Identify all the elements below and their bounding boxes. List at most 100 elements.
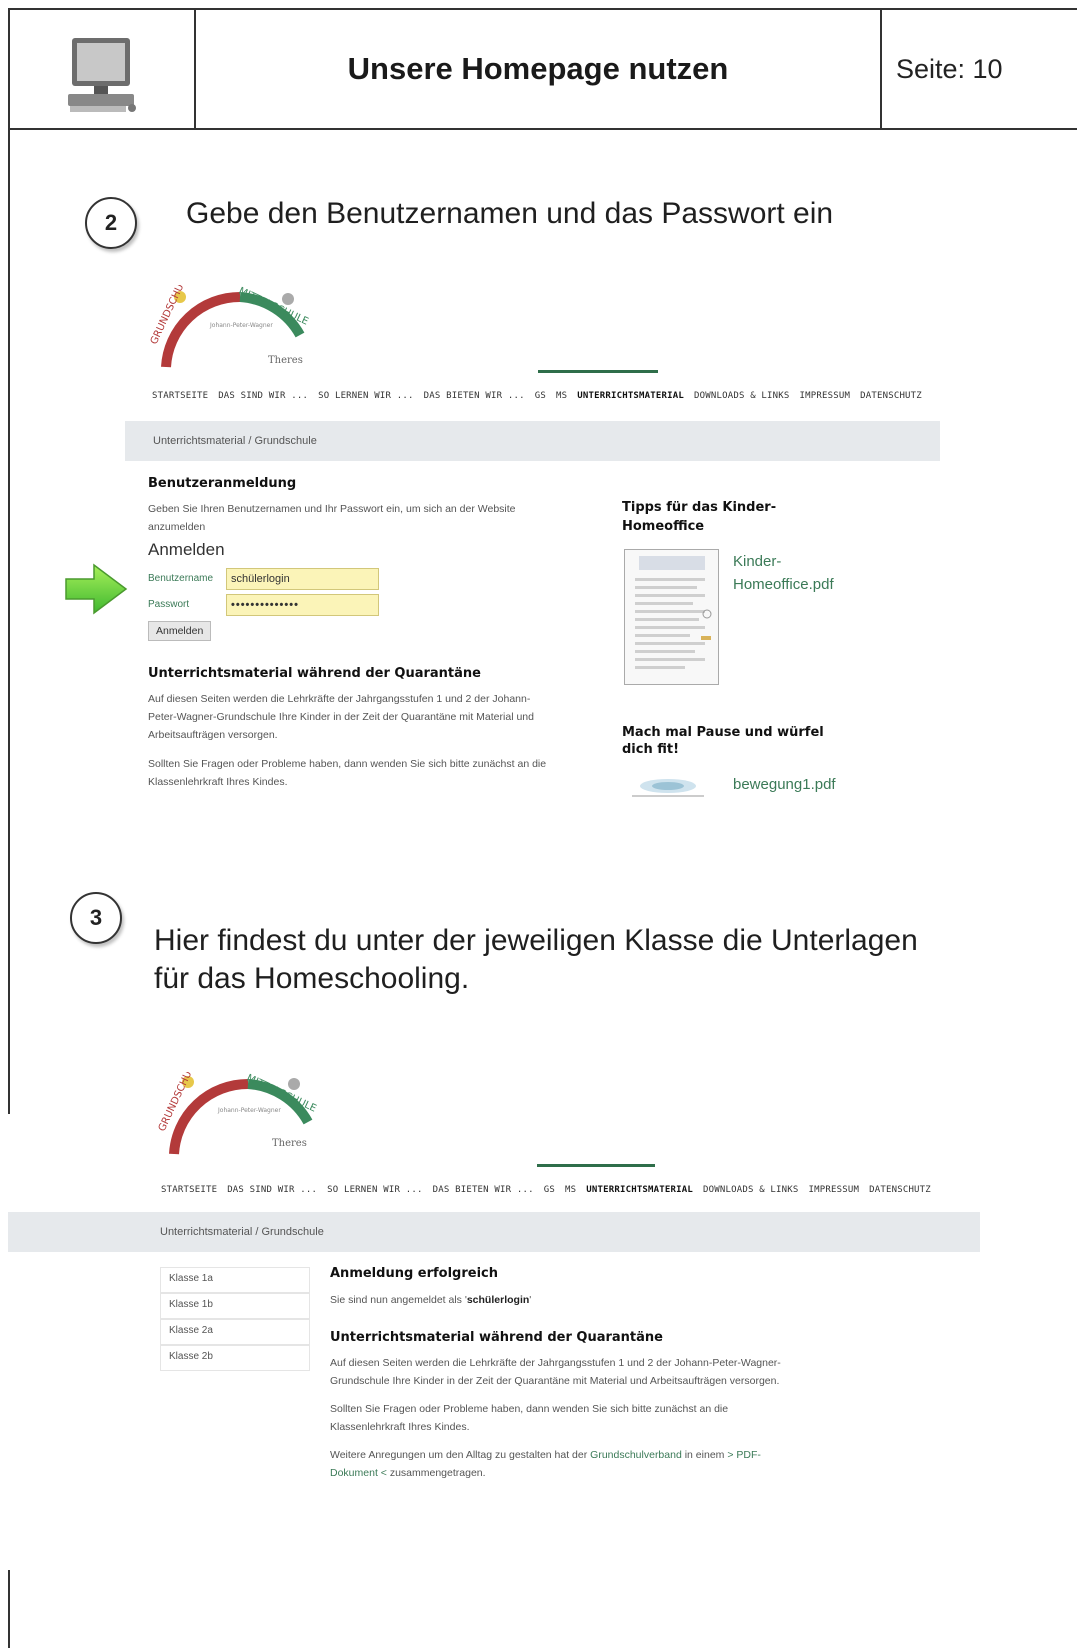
questions-line: Sollten Sie Fragen oder Probleme haben, … <box>330 1403 729 1415</box>
logo-center-text: Johann-Peter-Wagner <box>209 322 273 329</box>
login-heading: Benutzeranmeldung <box>148 476 297 491</box>
password-label: Passwort <box>148 599 190 610</box>
nav-item[interactable]: SO LERNEN WIR ... <box>318 391 414 401</box>
tips-heading-line: Tipps für das Kinder- <box>622 500 777 515</box>
material-line: Arbeitsaufträgen versorgen. <box>148 729 278 741</box>
nav-item[interactable]: MS <box>565 1185 576 1195</box>
nav-item[interactable]: IMPRESSUM <box>800 391 851 401</box>
questions-line: Sollten Sie Fragen oder Probleme haben, … <box>148 758 547 770</box>
class-link-2b[interactable]: Klasse 2b <box>160 1345 310 1371</box>
nav-item[interactable]: DAS SIND WIR ... <box>227 1185 317 1195</box>
margin-line <box>8 1570 10 1648</box>
login-intro-line: Geben Sie Ihren Benutzernamen und Ihr Pa… <box>148 503 516 515</box>
grundschulverband-link[interactable]: Grundschulverband <box>590 1449 682 1461</box>
class-link-1b[interactable]: Klasse 1b <box>160 1293 310 1319</box>
link-line: Kinder- <box>733 553 782 570</box>
logged-in-user: schülerlogin <box>466 1294 530 1306</box>
password-input[interactable]: •••••••••••••• <box>226 594 379 616</box>
logo-center-text: Johann-Peter-Wagner <box>217 1107 281 1114</box>
worksheet-header: Unsere Homepage nutzen Seite: 10 <box>8 8 1077 130</box>
questions-line: Klassenlehrkraft Ihres Kindes. <box>148 776 288 788</box>
nav-active-indicator <box>538 370 658 373</box>
bewegung-thumbnail-icon[interactable] <box>628 775 708 799</box>
link-line: Homeoffice.pdf <box>733 576 834 593</box>
logo-place-text: Theres <box>268 355 303 366</box>
nav-item[interactable]: UNTERRICHTSMATERIAL <box>586 1185 693 1195</box>
material-heading: Unterrichtsmaterial während der Quarantä… <box>148 666 481 681</box>
breadcrumb: Unterrichtsmaterial / Grundschule <box>125 421 940 461</box>
nav-item[interactable]: MS <box>556 391 567 401</box>
material-line: Auf diesen Seiten werden die Lehrkräfte … <box>330 1357 781 1369</box>
logged-in-suffix: ' <box>529 1294 532 1306</box>
questions-line: Klassenlehrkraft Ihres Kindes. <box>330 1421 470 1433</box>
nav-item[interactable]: UNTERRICHTSMATERIAL <box>577 391 684 401</box>
logged-in-prefix: Sie sind nun angemeldet als ' <box>330 1294 467 1306</box>
page-title: Unsere Homepage nutzen <box>196 10 882 128</box>
pause-heading: Mach mal Pause und würfel dich fit! <box>622 724 824 758</box>
nav-item[interactable]: IMPRESSUM <box>809 1185 860 1195</box>
pdf-document-link[interactable]: Dokument < <box>330 1467 387 1479</box>
login-button[interactable]: Anmelden <box>148 621 212 641</box>
school-logo: GRUNDSCHULE MITTELSCHULE Johann-Peter-Wa… <box>150 285 310 368</box>
page-number: Seite: 10 <box>896 53 1003 84</box>
nav-item[interactable]: GS <box>544 1185 555 1195</box>
pdf-thumbnail[interactable] <box>624 549 719 685</box>
login-form-title: Anmelden <box>148 540 225 559</box>
more-text: in einem <box>681 1449 728 1461</box>
nav-item[interactable]: DOWNLOADS & LINKS <box>694 391 790 401</box>
username-input[interactable]: schülerlogin <box>226 568 379 590</box>
pdf-document-link[interactable]: > PDF- <box>727 1449 761 1461</box>
username-label: Benutzername <box>148 573 214 584</box>
questions-paragraph: Sollten Sie Fragen oder Probleme haben, … <box>148 755 598 791</box>
success-heading: Anmeldung erfolgreich <box>330 1266 499 1281</box>
nav-item[interactable]: STARTSEITE <box>152 391 208 401</box>
nav-item[interactable]: DAS SIND WIR ... <box>218 391 308 401</box>
computer-icon <box>68 38 136 112</box>
green-arrow-icon <box>65 563 128 615</box>
margin-line <box>8 130 10 1114</box>
questions-paragraph: Sollten Sie Fragen oder Probleme haben, … <box>330 1400 890 1436</box>
step-2-instruction: Gebe den Benutzernamen und das Passwort … <box>186 197 834 230</box>
step-3-instruction: Hier findest du unter der jeweiligen Kla… <box>154 922 918 998</box>
main-nav: STARTSEITE DAS SIND WIR ... SO LERNEN WIR … <box>161 1185 941 1195</box>
logo-place-text: Theres <box>272 1138 307 1149</box>
step-number-3: 3 <box>70 892 122 944</box>
material-heading: Unterrichtsmaterial während der Quarantä… <box>330 1330 663 1345</box>
nav-active-indicator <box>537 1164 655 1167</box>
pause-heading-line: dich fit! <box>622 742 680 757</box>
breadcrumb: Unterrichtsmaterial / Grundschule <box>8 1212 980 1252</box>
more-text: zusammengetragen. <box>386 1467 486 1479</box>
more-text: Weitere Anregungen um den Alltag zu gest… <box>330 1449 591 1461</box>
step-3-line: für das Homeschooling. <box>154 962 470 995</box>
step-3-line: Hier findest du unter der jeweiligen Kla… <box>154 924 918 957</box>
more-info-paragraph: Weitere Anregungen um den Alltag zu gest… <box>330 1446 850 1482</box>
header-icon-cell <box>10 10 196 128</box>
nav-item[interactable]: STARTSEITE <box>161 1185 217 1195</box>
nav-item[interactable]: DATENSCHUTZ <box>869 1185 931 1195</box>
material-line: Auf diesen Seiten werden die Lehrkräfte … <box>148 693 531 705</box>
nav-item[interactable]: DAS BIETEN WIR ... <box>433 1185 534 1195</box>
material-paragraph: Auf diesen Seiten werden die Lehrkräfte … <box>330 1354 890 1390</box>
school-logo: GRUNDSCHULE MITTELSCHULE Johann-Peter-Wa… <box>158 1072 318 1155</box>
tips-heading: Tipps für das Kinder- Homeoffice <box>622 498 776 536</box>
class-link-1a[interactable]: Klasse 1a <box>160 1267 310 1293</box>
nav-item[interactable]: DAS BIETEN WIR ... <box>424 391 525 401</box>
class-link-2a[interactable]: Klasse 2a <box>160 1319 310 1345</box>
main-nav: STARTSEITE DAS SIND WIR ... SO LERNEN WIR … <box>152 391 932 401</box>
nav-item[interactable]: DOWNLOADS & LINKS <box>703 1185 799 1195</box>
nav-item[interactable]: SO LERNEN WIR ... <box>327 1185 423 1195</box>
bewegung-link[interactable]: bewegung1.pdf <box>733 773 836 796</box>
step-number-2: 2 <box>85 197 137 249</box>
login-intro: Geben Sie Ihren Benutzernamen und Ihr Pa… <box>148 500 516 536</box>
material-paragraph: Auf diesen Seiten werden die Lehrkräfte … <box>148 690 598 744</box>
document-preview-icon <box>635 556 712 669</box>
logged-in-message: Sie sind nun angemeldet als 'schülerlogi… <box>330 1291 531 1309</box>
pause-heading-line: Mach mal Pause und würfel <box>622 725 824 740</box>
tips-heading-line: Homeoffice <box>622 519 705 534</box>
material-line: Grundschule Ihre Kinder in der Zeit der … <box>330 1375 780 1387</box>
login-intro-line: anzumelden <box>148 521 206 533</box>
nav-item[interactable]: GS <box>535 391 546 401</box>
material-line: Peter-Wagner-Grundschule Ihre Kinder in … <box>148 711 534 723</box>
nav-item[interactable]: DATENSCHUTZ <box>860 391 922 401</box>
kinder-homeoffice-link[interactable]: Kinder- Homeoffice.pdf <box>733 550 834 596</box>
